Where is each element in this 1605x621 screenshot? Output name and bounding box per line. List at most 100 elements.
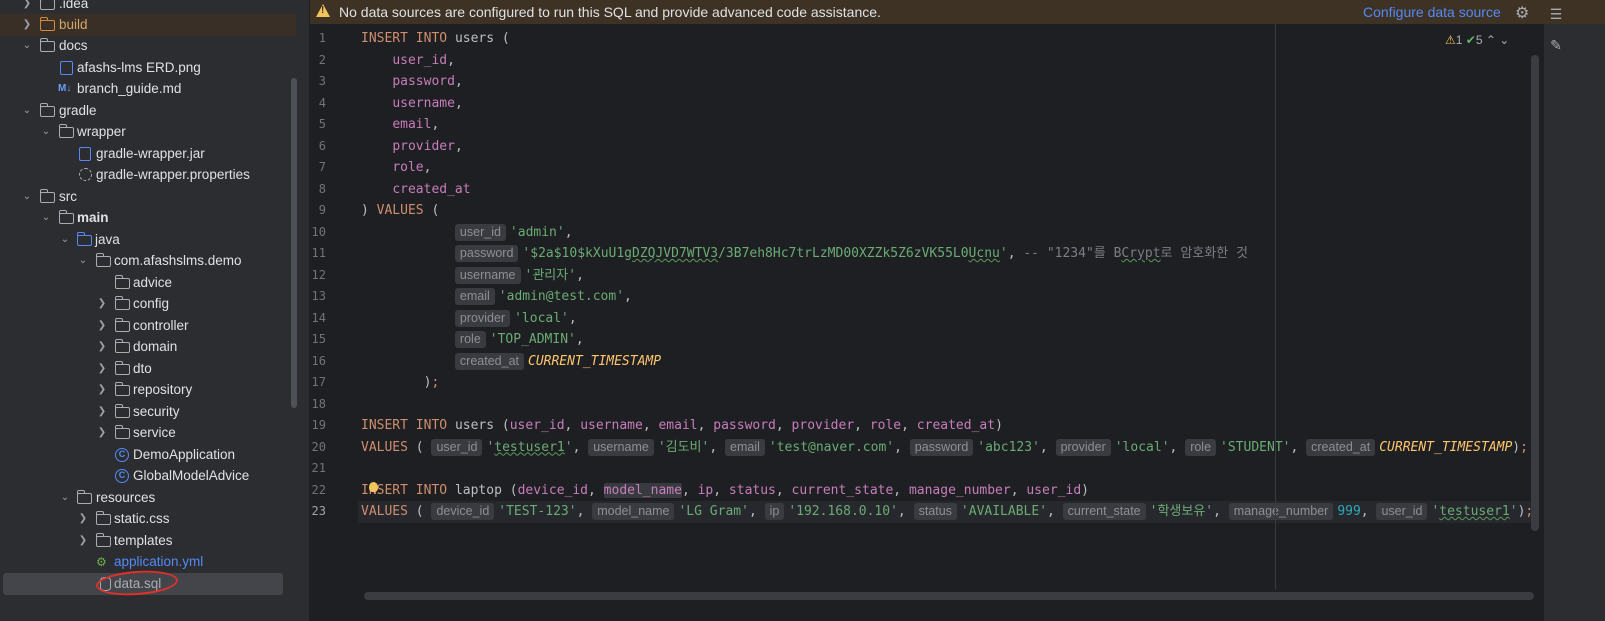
chevron-down-icon[interactable]: ⌄ <box>59 487 71 509</box>
tree-item-gradle[interactable]: ⌄ gradle <box>0 100 296 122</box>
package-icon <box>114 425 130 439</box>
string-literal: 'AVAILABLE' <box>960 504 1048 519</box>
tree-item-gradle-wrapper-jar[interactable]: gradle-wrapper.jar <box>0 143 296 165</box>
code-line[interactable]: provider'local', <box>361 308 577 330</box>
tree-item-service[interactable]: ❯ service <box>0 422 296 444</box>
code-line[interactable]: ); <box>361 372 440 394</box>
lightbulb-icon[interactable] <box>369 482 378 492</box>
folder-icon <box>39 17 55 31</box>
code-line[interactable]: VALUES ( user_id'testuser1', username '김도… <box>361 437 1528 459</box>
chevron-right-icon[interactable]: ❯ <box>96 336 108 358</box>
tree-item-controller[interactable]: ❯ controller <box>0 315 296 337</box>
line-number: 6 <box>318 138 326 153</box>
chevron-right-icon[interactable]: ❯ <box>96 315 108 337</box>
code-line-current[interactable]: VALUES ( device_id 'TEST-123', model_name… <box>358 501 1531 523</box>
parameter-hint: password <box>909 438 974 456</box>
tree-item-advice[interactable]: advice <box>0 272 296 294</box>
tree-item-label: config <box>133 296 170 311</box>
folder-icon <box>39 38 55 52</box>
code-line[interactable]: role, <box>361 157 431 179</box>
chevron-right-icon[interactable]: ❯ <box>21 0 33 15</box>
column-name: role <box>869 418 902 433</box>
code-line[interactable]: INSERT INTO laptop (device_id, model_nam… <box>361 480 1089 502</box>
tree-item-resources[interactable]: ⌄ resources <box>0 487 296 509</box>
configure-data-source-link[interactable]: Configure data source <box>1363 4 1501 20</box>
chevron-right-icon[interactable]: ❯ <box>96 293 108 315</box>
inspection-widget[interactable]: ⚠1 ✔5 ⌃ ⌄ <box>1445 33 1509 49</box>
chevron-up-icon[interactable]: ⌃ <box>1486 33 1496 47</box>
code-line[interactable]: email, <box>361 114 439 136</box>
chevron-down-icon[interactable]: ⌄ <box>40 121 52 143</box>
tree-item-security[interactable]: ❯ security <box>0 401 296 423</box>
code-line[interactable]: ) VALUES ( <box>361 200 439 222</box>
line-number: 4 <box>318 95 326 110</box>
tree-item-main[interactable]: ⌄ main <box>0 207 296 229</box>
chevron-right-icon[interactable]: ❯ <box>96 358 108 380</box>
chevron-down-icon[interactable]: ⌄ <box>40 207 52 229</box>
tree-item-static-css[interactable]: ❯ static.css <box>0 508 296 530</box>
tree-item-domain[interactable]: ❯ domain <box>0 336 296 358</box>
tree-item-erd-png[interactable]: afashs-lms ERD.png <box>0 57 296 79</box>
code-line[interactable]: created_at <box>361 179 470 201</box>
tree-item-repository[interactable]: ❯ repository <box>0 379 296 401</box>
tree-item-data-sql[interactable]: data.sql <box>3 573 283 595</box>
chevron-down-icon[interactable]: ⌄ <box>21 186 33 208</box>
tree-item-src[interactable]: ⌄ src <box>0 186 296 208</box>
notifications-icon[interactable]: ☰ <box>1548 6 1564 22</box>
tree-item-config[interactable]: ❯ config <box>0 293 296 315</box>
string-literal: '$2a$10$kXuU1g <box>522 246 632 261</box>
code-line[interactable]: email'admin@test.com', <box>361 286 632 308</box>
package-icon <box>114 361 130 375</box>
markdown-file-icon: M↓ <box>58 83 72 94</box>
tree-item-label: java <box>95 232 120 247</box>
line-number: 18 <box>311 396 326 411</box>
chevron-down-icon[interactable]: ⌄ <box>1499 33 1509 47</box>
code-line[interactable]: created_at CURRENT_TIMESTAMP <box>361 351 661 373</box>
parameter-hint: status <box>913 503 957 520</box>
code-line[interactable]: password, <box>361 71 462 93</box>
tree-scrollbar[interactable] <box>291 78 297 408</box>
project-tree: ❯ .idea ❯ build ⌄ docs afashs-lms ERD.pn… <box>0 0 310 621</box>
editor-horizontal-scrollbar[interactable] <box>364 592 1534 600</box>
chevron-right-icon[interactable]: ❯ <box>96 422 108 444</box>
chevron-down-icon[interactable]: ⌄ <box>21 35 33 57</box>
chevron-down-icon[interactable]: ⌄ <box>59 229 71 251</box>
ai-assistant-icon[interactable]: ✎ <box>1548 37 1564 53</box>
tree-item-demo-application[interactable]: C DemoApplication <box>0 444 296 466</box>
chevron-down-icon[interactable]: ⌄ <box>77 250 89 272</box>
code-line[interactable]: user_id, <box>361 50 455 72</box>
code-line[interactable]: user_id'admin', <box>361 222 573 244</box>
table-name: users <box>454 418 495 433</box>
chevron-right-icon[interactable]: ❯ <box>21 14 33 36</box>
chevron-right-icon[interactable]: ❯ <box>77 530 89 552</box>
editor-vertical-scrollbar[interactable] <box>1531 55 1539 531</box>
tree-item-global-model-advice[interactable]: C GlobalModelAdvice <box>0 465 296 487</box>
keyword: INTO <box>415 482 448 498</box>
column-name: user_id <box>509 418 565 433</box>
gear-icon[interactable]: ⚙ <box>1515 3 1529 23</box>
tree-item-wrapper[interactable]: ⌄ wrapper <box>0 121 296 143</box>
code-line[interactable]: role 'TOP_ADMIN', <box>361 329 584 351</box>
chevron-right-icon[interactable]: ❯ <box>96 379 108 401</box>
tree-item-docs[interactable]: ⌄ docs <box>0 35 296 57</box>
code-line[interactable]: username '관리자', <box>361 265 584 287</box>
tree-item-application-yml[interactable]: ⚙ application.yml <box>0 551 296 573</box>
chevron-down-icon[interactable]: ⌄ <box>21 100 33 122</box>
code-line[interactable]: provider, <box>361 136 462 158</box>
tree-item-branch-guide[interactable]: M↓ branch_guide.md <box>0 78 296 100</box>
code-line[interactable]: username, <box>361 93 462 115</box>
tree-item-java[interactable]: ⌄ java <box>0 229 296 251</box>
tree-item-build[interactable]: ❯ build <box>0 14 296 36</box>
tree-item-templates[interactable]: ❯ templates <box>0 530 296 552</box>
tree-item-gradle-wrapper-properties[interactable]: gradle-wrapper.properties <box>0 164 296 186</box>
code-editor[interactable]: INSERT INTO users ( user_id, password, u… <box>358 24 1531 590</box>
code-line[interactable]: INSERT INTO users (user_id, username, em… <box>361 415 1003 437</box>
tree-item-package[interactable]: ⌄ com.afashslms.demo <box>0 250 296 272</box>
tree-item-idea[interactable]: ❯ .idea <box>0 0 296 15</box>
code-line[interactable]: INSERT INTO users ( <box>361 28 510 50</box>
chevron-right-icon[interactable]: ❯ <box>77 508 89 530</box>
tree-item-dto[interactable]: ❯ dto <box>0 358 296 380</box>
chevron-right-icon[interactable]: ❯ <box>96 401 108 423</box>
code-line[interactable]: password '$2a$10$kXuU1gDZQJVD7WTV3/3B7eh8… <box>361 243 1248 265</box>
folder-icon <box>58 124 74 138</box>
